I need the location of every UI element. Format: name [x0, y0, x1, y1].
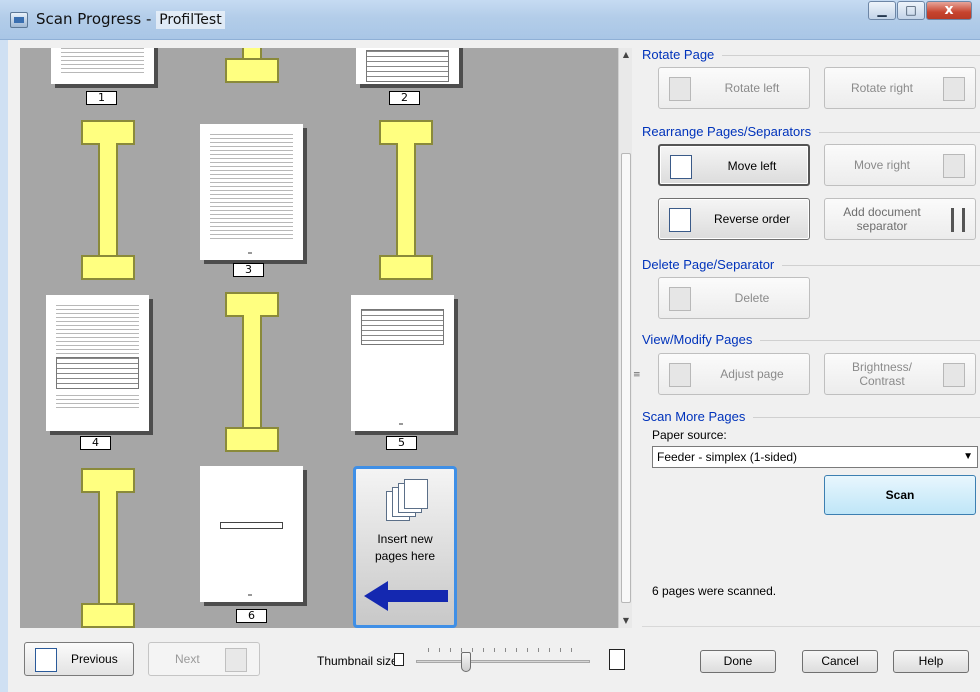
- paper-source-label: Paper source:: [652, 428, 727, 442]
- next-page-icon: [225, 648, 247, 672]
- previous-label: Previous: [71, 652, 118, 666]
- page-thumbnail-1[interactable]: [51, 48, 154, 84]
- reverse-order-button[interactable]: Reverse order: [658, 198, 810, 240]
- move-left-icon: [670, 155, 692, 179]
- reverse-order-label: Reverse order: [713, 212, 791, 226]
- thumbnail-scrollbar[interactable]: ▲ ▼: [618, 48, 632, 628]
- cancel-button[interactable]: Cancel: [802, 650, 878, 673]
- insert-new-pages-target[interactable]: Insert new pages here: [353, 466, 457, 628]
- adjust-page-icon: [669, 363, 691, 387]
- thumbnail-size-label: Thumbnail size:: [317, 654, 402, 668]
- rotate-right-button[interactable]: Rotate right: [824, 67, 976, 109]
- rotate-left-button[interactable]: Rotate left: [658, 67, 810, 109]
- panel-splitter[interactable]: ≡: [633, 48, 641, 668]
- rotate-left-label: Rotate left: [724, 81, 780, 95]
- scroll-up-icon[interactable]: ▲: [619, 48, 633, 62]
- window-title-text: Scan Progress -: [36, 10, 157, 28]
- document-separator[interactable]: [225, 292, 279, 452]
- page-thumbnail-3[interactable]: [200, 124, 303, 260]
- page-thumbnail-5[interactable]: [351, 295, 454, 431]
- grip-icon: ≡: [633, 370, 641, 380]
- move-right-button[interactable]: Move right: [824, 144, 976, 186]
- scanner-icon: [10, 12, 28, 28]
- add-document-separator-button[interactable]: Add document separator: [824, 198, 976, 240]
- rotate-page-heading: Rotate Page: [642, 47, 980, 62]
- arrow-left-icon: [364, 581, 448, 611]
- slider-knob[interactable]: [460, 652, 471, 672]
- close-button[interactable]: x: [926, 1, 972, 20]
- help-button[interactable]: Help: [893, 650, 969, 673]
- page-number-label: 1: [86, 91, 117, 105]
- scrollbar-thumb[interactable]: [621, 153, 631, 603]
- next-button[interactable]: Next: [148, 642, 260, 676]
- move-left-label: Move left: [727, 159, 777, 173]
- insert-pages-text: Insert new pages here: [374, 532, 436, 563]
- title-bar: Scan Progress - ProfilTest ▁ □ x: [0, 0, 980, 40]
- document-stack-icon: [386, 479, 430, 523]
- document-separator[interactable]: [81, 468, 135, 628]
- brightness-contrast-button[interactable]: Brightness/ Contrast: [824, 353, 976, 395]
- move-right-label: Move right: [853, 158, 911, 172]
- adjust-page-button[interactable]: Adjust page: [658, 353, 810, 395]
- window-title: Scan Progress - ProfilTest: [36, 10, 225, 29]
- window-controls: ▁ □ x: [867, 1, 972, 20]
- previous-page-icon: [35, 648, 57, 672]
- minimize-button[interactable]: ▁: [868, 1, 896, 20]
- page-thumbnail-4[interactable]: [46, 295, 149, 431]
- delete-label: Delete: [734, 291, 770, 305]
- page-thumbnail-2[interactable]: [356, 48, 459, 84]
- document-separator[interactable]: [81, 120, 135, 280]
- scan-more-heading: Scan More Pages: [642, 409, 980, 424]
- move-left-button[interactable]: Move left: [658, 144, 810, 186]
- window-title-profile: ProfilTest: [156, 11, 225, 29]
- rearrange-heading: Rearrange Pages/Separators: [642, 124, 980, 139]
- slider-ticks: [428, 648, 578, 652]
- adjust-page-label: Adjust page: [720, 367, 784, 381]
- separator-icon: [951, 208, 965, 232]
- delete-icon: [669, 287, 691, 311]
- thumbnail-area[interactable]: 1 2 3 4 5 6 Insert new pages here: [20, 48, 618, 628]
- slider-track: [416, 660, 590, 663]
- brightness-icon: [943, 363, 965, 387]
- view-modify-heading: View/Modify Pages: [642, 332, 980, 347]
- page-number-label: 2: [389, 91, 420, 105]
- dialog-body: 1 2 3 4 5 6 Insert new pages here ▲ ▼ ≡ …: [8, 40, 980, 692]
- move-right-icon: [943, 154, 965, 178]
- small-thumbnail-icon: [394, 653, 404, 666]
- page-number-label: 6: [236, 609, 267, 623]
- page-number-label: 5: [386, 436, 417, 450]
- chevron-down-icon: ▼: [963, 451, 973, 462]
- page-number-label: 3: [233, 263, 264, 277]
- rotate-right-label: Rotate right: [850, 81, 914, 95]
- scan-button[interactable]: Scan: [824, 475, 976, 515]
- paper-source-select[interactable]: Feeder - simplex (1-sided) ▼: [652, 446, 978, 468]
- actions-panel: Rotate Page Rotate left Rotate right Rea…: [642, 40, 980, 630]
- rotate-left-icon: [669, 77, 691, 101]
- page-thumbnail-6[interactable]: [200, 466, 303, 602]
- rotate-right-icon: [943, 77, 965, 101]
- panel-divider: [642, 626, 980, 627]
- previous-button[interactable]: Previous: [24, 642, 134, 676]
- brightness-contrast-label: Brightness/ Contrast: [851, 360, 913, 388]
- delete-button[interactable]: Delete: [658, 277, 810, 319]
- delete-heading: Delete Page/Separator: [642, 257, 980, 272]
- scroll-down-icon[interactable]: ▼: [619, 614, 633, 628]
- thumbnail-size-slider[interactable]: [408, 640, 598, 676]
- maximize-button[interactable]: □: [897, 1, 925, 20]
- reverse-order-icon: [669, 208, 691, 232]
- document-separator[interactable]: [225, 48, 279, 83]
- paper-source-value: Feeder - simplex (1-sided): [657, 450, 798, 464]
- next-label: Next: [175, 652, 200, 666]
- done-button[interactable]: Done: [700, 650, 776, 673]
- add-separator-label: Add document separator: [843, 205, 921, 233]
- scan-status-text: 6 pages were scanned.: [652, 584, 777, 598]
- page-number-label: 4: [80, 436, 111, 450]
- document-separator[interactable]: [379, 120, 433, 280]
- large-thumbnail-icon: [609, 649, 625, 670]
